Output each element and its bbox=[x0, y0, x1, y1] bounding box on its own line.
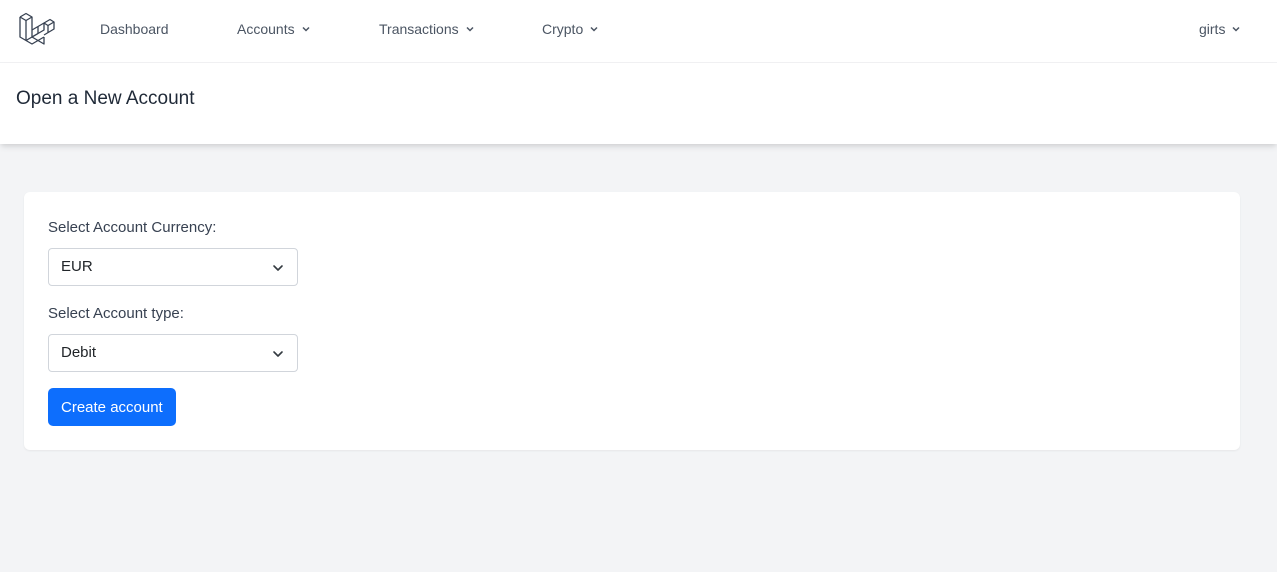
page-header: Open a New Account bbox=[0, 63, 1277, 144]
nav-dashboard[interactable]: Dashboard bbox=[100, 21, 169, 37]
account-type-select-value: Debit bbox=[61, 344, 97, 361]
currency-select-value: EUR bbox=[61, 258, 93, 275]
laravel-logo-icon[interactable] bbox=[18, 11, 56, 49]
account-type-label: Select Account type: bbox=[48, 305, 184, 322]
top-navbar: Dashboard Accounts Transactions Crypto g… bbox=[0, 0, 1277, 63]
nav-crypto-label: Crypto bbox=[542, 21, 584, 37]
page-title: Open a New Account bbox=[16, 88, 195, 109]
new-account-card: Select Account Currency: EUR Select Acco… bbox=[24, 192, 1240, 450]
nav-accounts-label: Accounts bbox=[237, 21, 295, 37]
currency-label: Select Account Currency: bbox=[48, 219, 217, 236]
account-type-select[interactable]: Debit bbox=[48, 334, 298, 372]
nav-dashboard-label: Dashboard bbox=[100, 21, 169, 37]
nav-crypto[interactable]: Crypto bbox=[542, 21, 599, 37]
user-name: girts bbox=[1199, 21, 1226, 37]
nav-transactions[interactable]: Transactions bbox=[379, 21, 475, 37]
create-account-button[interactable]: Create account bbox=[48, 388, 176, 426]
chevron-down-icon bbox=[302, 26, 310, 32]
user-menu[interactable]: girts bbox=[1199, 21, 1241, 37]
chevron-down-icon bbox=[466, 26, 474, 32]
currency-select[interactable]: EUR bbox=[48, 248, 298, 286]
chevron-down-icon bbox=[273, 265, 283, 271]
chevron-down-icon bbox=[590, 26, 598, 32]
chevron-down-icon bbox=[273, 351, 283, 357]
nav-transactions-label: Transactions bbox=[379, 21, 459, 37]
nav-accounts[interactable]: Accounts bbox=[237, 21, 311, 37]
chevron-down-icon bbox=[1232, 26, 1240, 32]
